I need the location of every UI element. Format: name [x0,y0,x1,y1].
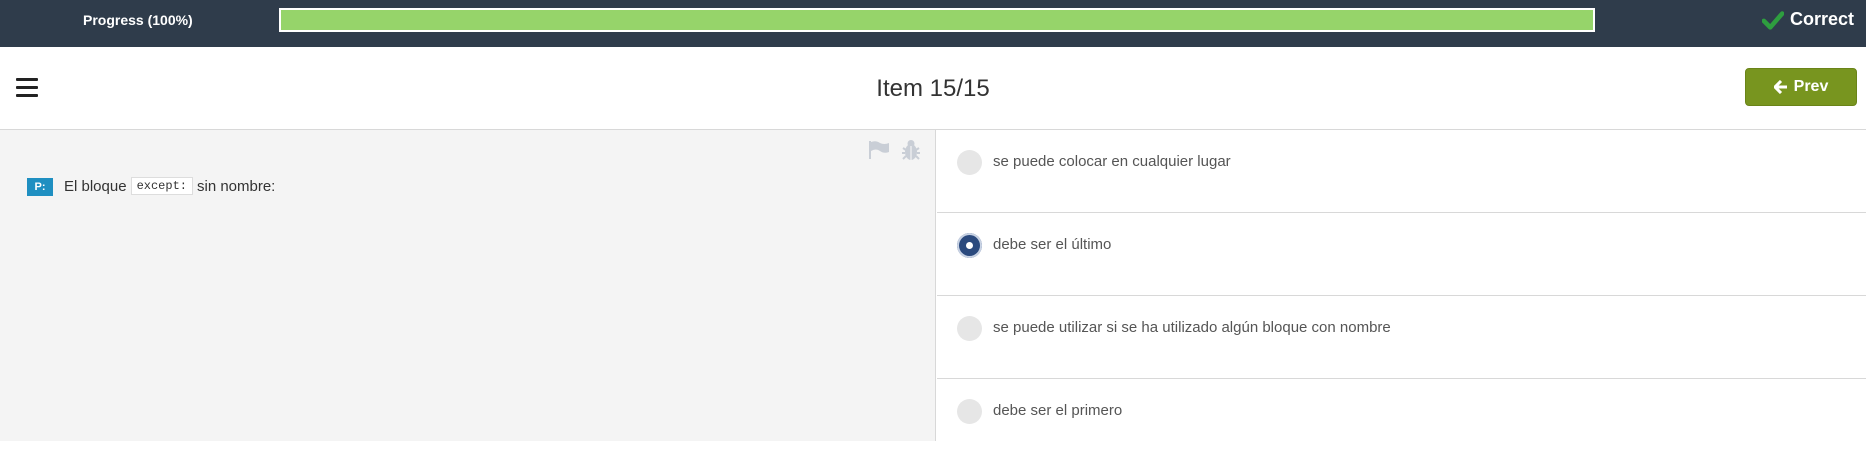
answer-option[interactable]: se puede utilizar si se ha utilizado alg… [937,296,1866,379]
question-panel: P: El bloque except: sin nombre: [0,130,936,441]
progress-bar-header: Progress (100%) Correct [0,0,1866,47]
question-text-after: sin nombre: [196,177,276,195]
arrow-left-icon [1773,80,1787,94]
answer-option-label: se puede utilizar si se ha utilizado alg… [993,319,1391,336]
progress-fill [281,10,1593,30]
answer-option[interactable]: se puede colocar en cualquier lugar [937,130,1866,213]
radio-button[interactable] [957,399,982,424]
check-icon [1761,10,1784,30]
answer-option-label: se puede colocar en cualquier lugar [993,153,1231,170]
answer-option-label: debe ser el último [993,236,1112,253]
result-status: Correct [1761,9,1854,30]
question-text-before: El bloque [64,177,127,195]
bug-icon[interactable] [901,139,921,161]
answer-options: se puede colocar en cualquier lugar debe… [937,130,1866,462]
question-badge: P: [27,178,53,196]
progress-track [279,8,1595,32]
progress-label: Progress (100%) [83,12,193,28]
answer-option-label: debe ser el primero [993,402,1123,419]
flag-icon[interactable] [868,140,890,160]
item-counter: Item 15/15 [876,75,990,102]
radio-button[interactable] [957,233,982,258]
answer-option[interactable]: debe ser el último [937,213,1866,296]
answer-option[interactable]: debe ser el primero [937,379,1866,462]
prev-button[interactable]: Prev [1745,68,1857,106]
question-text: El bloque except: sin nombre: [64,177,275,195]
radio-button[interactable] [957,316,982,341]
prev-button-label: Prev [1793,78,1829,95]
question-code: except: [130,177,193,195]
status-label: Correct [1789,9,1854,29]
quiz-header: Item 15/15 Prev [0,47,1866,130]
radio-button[interactable] [957,150,982,175]
